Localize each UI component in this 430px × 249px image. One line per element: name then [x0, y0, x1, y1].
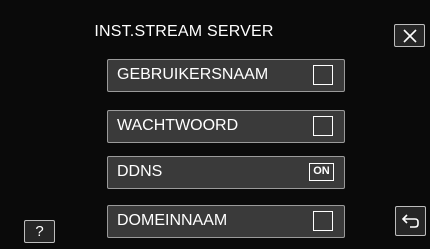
- menu-item-label: DOMEINNAAM: [117, 212, 228, 229]
- menu-item-gebruikersnaam[interactable]: GEBRUIKERSNAAM: [107, 59, 345, 92]
- close-button[interactable]: [394, 24, 425, 47]
- gebruikersnaam-checkbox[interactable]: [313, 65, 333, 85]
- return-arrow-icon: [401, 214, 419, 228]
- menu-item-domeinnaam[interactable]: DOMEINNAAM: [107, 205, 345, 238]
- help-label: ?: [35, 223, 44, 240]
- menu-item-label: DDNS: [117, 163, 163, 180]
- ddns-on-toggle[interactable]: ON: [309, 163, 334, 181]
- camera-menu-screen: INST.STREAM SERVER GEBRUIKERSNAAM WACHTW…: [0, 0, 430, 249]
- menu-item-ddns[interactable]: DDNS ON: [107, 156, 345, 189]
- menu-item-label: GEBRUIKERSNAAM: [117, 66, 269, 83]
- menu-item-wachtwoord[interactable]: WACHTWOORD: [107, 110, 345, 143]
- back-button[interactable]: [395, 206, 426, 236]
- page-title: INST.STREAM SERVER: [94, 23, 274, 40]
- close-icon: [402, 28, 417, 43]
- domeinnaam-checkbox[interactable]: [313, 211, 333, 231]
- menu-item-label: WACHTWOORD: [117, 117, 239, 134]
- help-button[interactable]: ?: [24, 220, 55, 243]
- wachtwoord-checkbox[interactable]: [313, 116, 333, 136]
